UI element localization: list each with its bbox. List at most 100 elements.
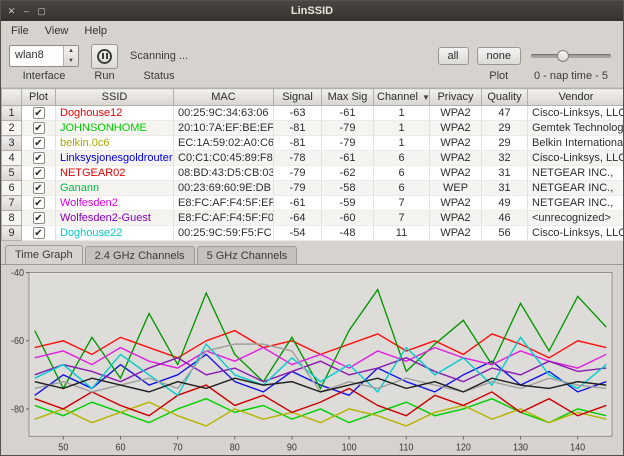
plot-checkbox[interactable]: ✔ — [33, 122, 45, 134]
plot-checkbox-cell[interactable]: ✔ — [22, 211, 56, 226]
vendor-cell: Cisco-Linksys, LLC — [528, 151, 624, 166]
svg-text:-40: -40 — [11, 267, 24, 279]
signal-cell: -79 — [274, 181, 322, 196]
table-row: 4✔LinksysjonesgoldrouterC0:C1:C0:45:89:F… — [2, 151, 624, 166]
table-row: 1✔Doghouse1200:25:9C:34:63:06-63-611WPA2… — [2, 106, 624, 121]
col-header-channel[interactable]: Channel▼ — [374, 89, 430, 106]
max-sig-cell: -79 — [322, 121, 374, 136]
ssid-cell: Doghouse12 — [56, 106, 174, 121]
svg-text:130: 130 — [513, 442, 528, 454]
plot-checkbox[interactable]: ✔ — [33, 197, 45, 209]
maximize-button[interactable]: ▢ — [35, 5, 48, 18]
status-text: Scanning ... — [130, 50, 188, 62]
privacy-cell: WPA2 — [430, 151, 482, 166]
row-number: 7 — [2, 196, 22, 211]
time-graph: -40-60-805060708090100110120130140 — [3, 267, 620, 454]
plot-checkbox[interactable]: ✔ — [33, 182, 45, 194]
col-header-quality[interactable]: Quality — [482, 89, 528, 106]
plot-checkbox-cell[interactable]: ✔ — [22, 106, 56, 121]
plot-checkbox[interactable]: ✔ — [33, 212, 45, 224]
interface-spinner[interactable]: ▲ ▼ — [63, 46, 78, 66]
channel-cell: 7 — [374, 211, 430, 226]
col-header-max-sig[interactable]: Max Sig — [322, 89, 374, 106]
menu-help[interactable]: Help — [76, 23, 115, 39]
interface-select[interactable]: wlan8 ▲ ▼ — [9, 45, 79, 67]
mac-cell: 00:25:9C:34:63:06 — [174, 106, 274, 121]
quality-cell: 29 — [482, 136, 528, 151]
window-controls: ✕ – ▢ — [1, 5, 51, 18]
vendor-cell: <unrecognized> — [528, 211, 624, 226]
ssid-cell: Linksysjonesgoldrouter — [56, 151, 174, 166]
plot-checkbox[interactable]: ✔ — [33, 167, 45, 179]
nap-time-slider[interactable] — [529, 45, 613, 67]
tab-24ghz-channels[interactable]: 2.4 GHz Channels — [85, 246, 195, 264]
plot-checkbox[interactable]: ✔ — [33, 227, 45, 239]
row-number: 8 — [2, 211, 22, 226]
mac-cell: 00:23:69:60:9E:DB — [174, 181, 274, 196]
menu-file[interactable]: File — [3, 23, 37, 39]
privacy-cell: WPA2 — [430, 226, 482, 241]
col-header-privacy[interactable]: Privacy — [430, 89, 482, 106]
ssid-cell: Doghouse22 — [56, 226, 174, 241]
plot-checkbox-cell[interactable]: ✔ — [22, 121, 56, 136]
svg-text:140: 140 — [570, 442, 585, 454]
col-header-signal[interactable]: Signal — [274, 89, 322, 106]
table-row: 5✔NETGEAR0208:BD:43:D5:CB:03-79-626WPA23… — [2, 166, 624, 181]
plot-checkbox[interactable]: ✔ — [33, 137, 45, 149]
privacy-cell: WPA2 — [430, 106, 482, 121]
row-number: 6 — [2, 181, 22, 196]
table-row: 9✔Doghouse2200:25:9C:59:F5:FC-54-4811WPA… — [2, 226, 624, 241]
plot-checkbox-cell[interactable]: ✔ — [22, 166, 56, 181]
plot-all-button[interactable]: all — [438, 47, 469, 65]
plot-checkbox[interactable]: ✔ — [33, 107, 45, 119]
max-sig-cell: -79 — [322, 136, 374, 151]
quality-cell: 56 — [482, 226, 528, 241]
interface-label: Interface — [23, 70, 66, 82]
max-sig-cell: -61 — [322, 106, 374, 121]
col-header-plot[interactable]: Plot — [22, 89, 56, 106]
quality-cell: 47 — [482, 106, 528, 121]
plot-checkbox-cell[interactable]: ✔ — [22, 136, 56, 151]
quality-cell: 49 — [482, 196, 528, 211]
plot-checkbox-cell[interactable]: ✔ — [22, 151, 56, 166]
channel-cell: 7 — [374, 196, 430, 211]
slider-knob[interactable] — [557, 50, 569, 62]
row-number: 3 — [2, 136, 22, 151]
plot-label: Plot — [489, 70, 508, 82]
plot-checkbox-cell[interactable]: ✔ — [22, 196, 56, 211]
plot-checkbox-cell[interactable]: ✔ — [22, 181, 56, 196]
col-header-vendor[interactable]: Vendor — [528, 89, 624, 106]
quality-cell: 32 — [482, 151, 528, 166]
signal-cell: -81 — [274, 136, 322, 151]
titlebar: ✕ – ▢ LinSSID — [1, 1, 623, 21]
ssid-cell: Wolfesden2 — [56, 196, 174, 211]
ssid-cell: belkin.0c6 — [56, 136, 174, 151]
close-button[interactable]: ✕ — [5, 5, 18, 18]
channel-cell: 6 — [374, 151, 430, 166]
col-header-ssid[interactable]: SSID — [56, 89, 174, 106]
plot-checkbox[interactable]: ✔ — [33, 152, 45, 164]
vendor-cell: Cisco-Linksys, LLC — [528, 226, 624, 241]
tab-5ghz-channels[interactable]: 5 GHz Channels — [197, 246, 298, 264]
plot-checkbox-cell[interactable]: ✔ — [22, 226, 56, 241]
svg-text:80: 80 — [230, 442, 240, 454]
svg-text:70: 70 — [173, 442, 183, 454]
row-number: 1 — [2, 106, 22, 121]
menu-view[interactable]: View — [37, 23, 77, 39]
vendor-cell: Gemtek Technology C... — [528, 121, 624, 136]
table-row: 8✔Wolfesden2-GuestE8:FC:AF:F4:5F:F0-64-6… — [2, 211, 624, 226]
plot-none-button[interactable]: none — [477, 47, 521, 65]
col-header-mac[interactable]: MAC — [174, 89, 274, 106]
run-pause-button[interactable] — [91, 44, 118, 69]
max-sig-cell: -48 — [322, 226, 374, 241]
table-row: 2✔JOHNSONHOME20:10:7A:EF:BE:EF-81-791WPA… — [2, 121, 624, 136]
signal-cell: -78 — [274, 151, 322, 166]
mac-cell: 08:BD:43:D5:CB:03 — [174, 166, 274, 181]
spinner-up-icon[interactable]: ▲ — [64, 46, 78, 56]
channel-cell: 1 — [374, 106, 430, 121]
tab-time-graph[interactable]: Time Graph — [5, 245, 83, 265]
minimize-button[interactable]: – — [20, 5, 33, 18]
spinner-down-icon[interactable]: ▼ — [64, 56, 78, 66]
table-row: 6✔Ganann00:23:69:60:9E:DB-79-586WEP31NET… — [2, 181, 624, 196]
vendor-cell: Belkin International Inc — [528, 136, 624, 151]
